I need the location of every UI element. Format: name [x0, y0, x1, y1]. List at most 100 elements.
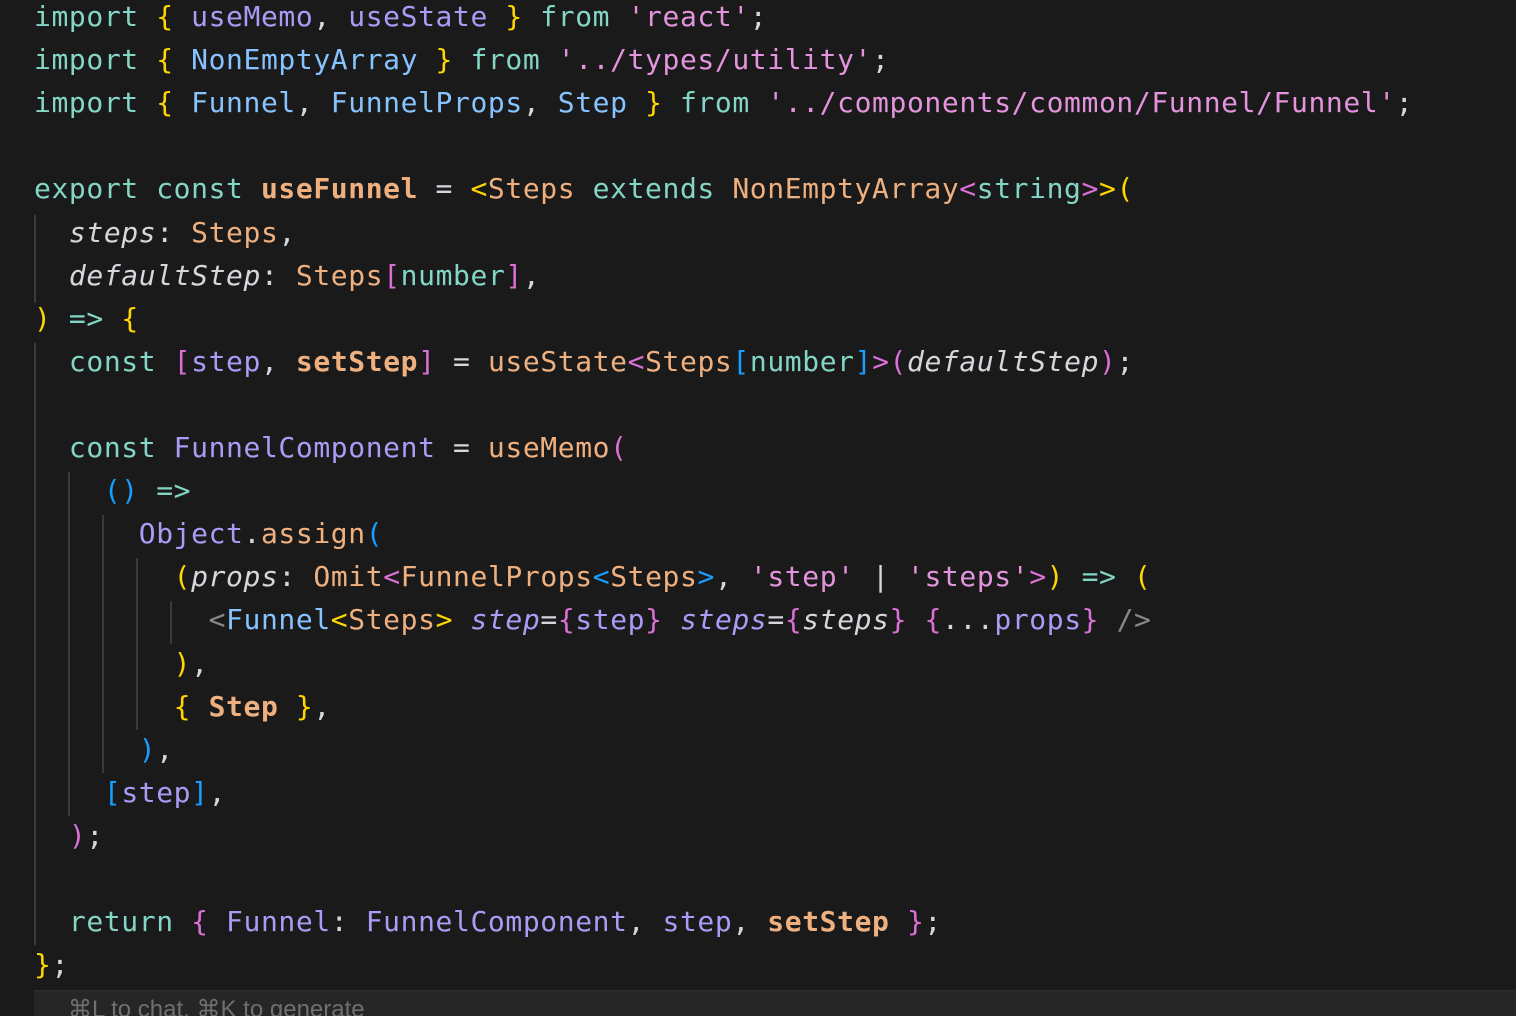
code-token: [ — [103, 775, 122, 809]
code-token: useState — [487, 344, 628, 378]
code-token: { — [173, 689, 209, 723]
code-line[interactable]: defaultStep: Steps[number], — [34, 254, 540, 297]
code-token: ( — [610, 431, 628, 464]
code-token: > — [435, 603, 454, 637]
code-token: < — [470, 172, 488, 206]
code-token: number — [400, 258, 506, 292]
code-token: import — [34, 43, 157, 77]
code-token: extends — [575, 172, 733, 206]
code-token: '../components/common/Funnel/Funnel' — [767, 86, 1396, 120]
code-editor[interactable]: import { useMemo, useState } from 'react… — [0, 0, 1516, 1016]
code-line[interactable]: (props: Omit<FunnelProps<Steps>, 'step' … — [34, 555, 1151, 598]
code-token: NonEmptyArray — [191, 43, 419, 77]
code-token: , — [278, 215, 296, 249]
code-token: ] — [505, 258, 523, 292]
code-token: : — [278, 560, 314, 594]
code-token: Step — [208, 689, 279, 723]
code-token: { — [924, 603, 942, 637]
code-token: /> — [1099, 603, 1152, 637]
code-token: FunnelComponent — [365, 905, 628, 939]
code-token: } — [278, 689, 314, 723]
code-token: [ — [732, 344, 750, 378]
code-token: , — [522, 86, 558, 120]
code-token: Funnel — [226, 905, 331, 939]
code-token: ( — [173, 560, 192, 594]
code-token: { — [557, 603, 576, 637]
code-line[interactable]: const [step, setStep] = useState<Steps[n… — [34, 340, 1134, 383]
code-line[interactable]: ), — [34, 728, 174, 771]
code-token: < — [383, 560, 401, 594]
code-token: from — [662, 86, 768, 120]
code-token: setStep — [767, 905, 890, 939]
code-line[interactable]: () => — [34, 469, 191, 512]
code-token: from — [453, 43, 558, 77]
code-token: { — [156, 43, 192, 77]
code-line[interactable]: import { Funnel, FunnelProps, Step } fro… — [34, 81, 1413, 124]
code-token: { — [156, 86, 192, 120]
code-token: ( — [1133, 560, 1152, 594]
code-token: => — [51, 301, 122, 335]
code-token: step — [662, 905, 733, 939]
code-token: , — [260, 344, 296, 378]
code-line[interactable]: ); — [34, 814, 104, 857]
code-token: ) — [138, 732, 157, 766]
code-token: } — [1081, 603, 1100, 637]
code-token: , — [732, 905, 768, 939]
code-token: NonEmptyArray — [732, 172, 960, 206]
code-token: } — [627, 86, 663, 120]
code-token: } — [418, 43, 453, 77]
code-token: useFunnel — [260, 172, 419, 206]
code-line[interactable]: ), — [34, 642, 209, 685]
code-token: string — [976, 172, 1082, 206]
code-token: 'step' — [749, 560, 855, 594]
code-token: >( — [1098, 172, 1134, 206]
code-token: FunnelComponent — [173, 431, 436, 464]
code-token: Steps — [487, 172, 576, 206]
code-line[interactable]: [step], — [34, 771, 226, 814]
code-line[interactable]: <Funnel<Steps> step={step} steps={steps}… — [34, 598, 1152, 641]
code-token: Step — [557, 86, 628, 120]
code-token: >( — [872, 344, 907, 378]
ai-hint-bar: ⌘L to chat, ⌘K to generate — [34, 990, 1516, 1016]
code-token: , — [156, 732, 174, 766]
code-token: Omit — [313, 560, 384, 594]
code-token: } — [889, 603, 908, 637]
code-line[interactable]: ) => { — [34, 297, 139, 340]
code-token: 'react' — [627, 0, 750, 33]
code-token: : — [260, 258, 296, 292]
code-token: < — [627, 344, 646, 378]
code-line[interactable]: }; — [34, 943, 69, 986]
code-token: , — [208, 775, 227, 809]
code-token: = — [540, 603, 558, 637]
code-line[interactable]: const FunnelComponent = useMemo( — [34, 426, 628, 469]
code-line[interactable]: steps: Steps, — [34, 211, 296, 254]
code-token: | — [854, 560, 907, 594]
code-token: ) — [173, 646, 192, 680]
code-token: , — [295, 86, 331, 120]
code-token: ] — [191, 775, 209, 809]
code-token: = — [767, 603, 785, 637]
code-line[interactable]: import { useMemo, useState } from 'react… — [34, 0, 767, 38]
code-token: ... — [942, 603, 995, 637]
code-token: , — [714, 560, 750, 594]
code-token: Funnel — [226, 603, 331, 637]
code-line[interactable]: return { Funnel: FunnelComponent, step, … — [34, 900, 942, 943]
code-line[interactable]: { Step }, — [34, 685, 331, 728]
code-token: ; — [924, 905, 942, 939]
code-line[interactable]: export const useFunnel = <Steps extends … — [34, 167, 1134, 210]
code-token: 'steps' — [907, 560, 1030, 594]
code-token: , — [522, 258, 541, 292]
code-token: FunnelProps — [330, 86, 523, 120]
code-token: Steps — [645, 344, 733, 378]
code-token: number — [749, 344, 855, 378]
code-line[interactable]: import { NonEmptyArray } from '../types/… — [34, 38, 889, 81]
code-line[interactable]: Object.assign( — [34, 512, 383, 555]
code-token: } — [889, 905, 925, 939]
